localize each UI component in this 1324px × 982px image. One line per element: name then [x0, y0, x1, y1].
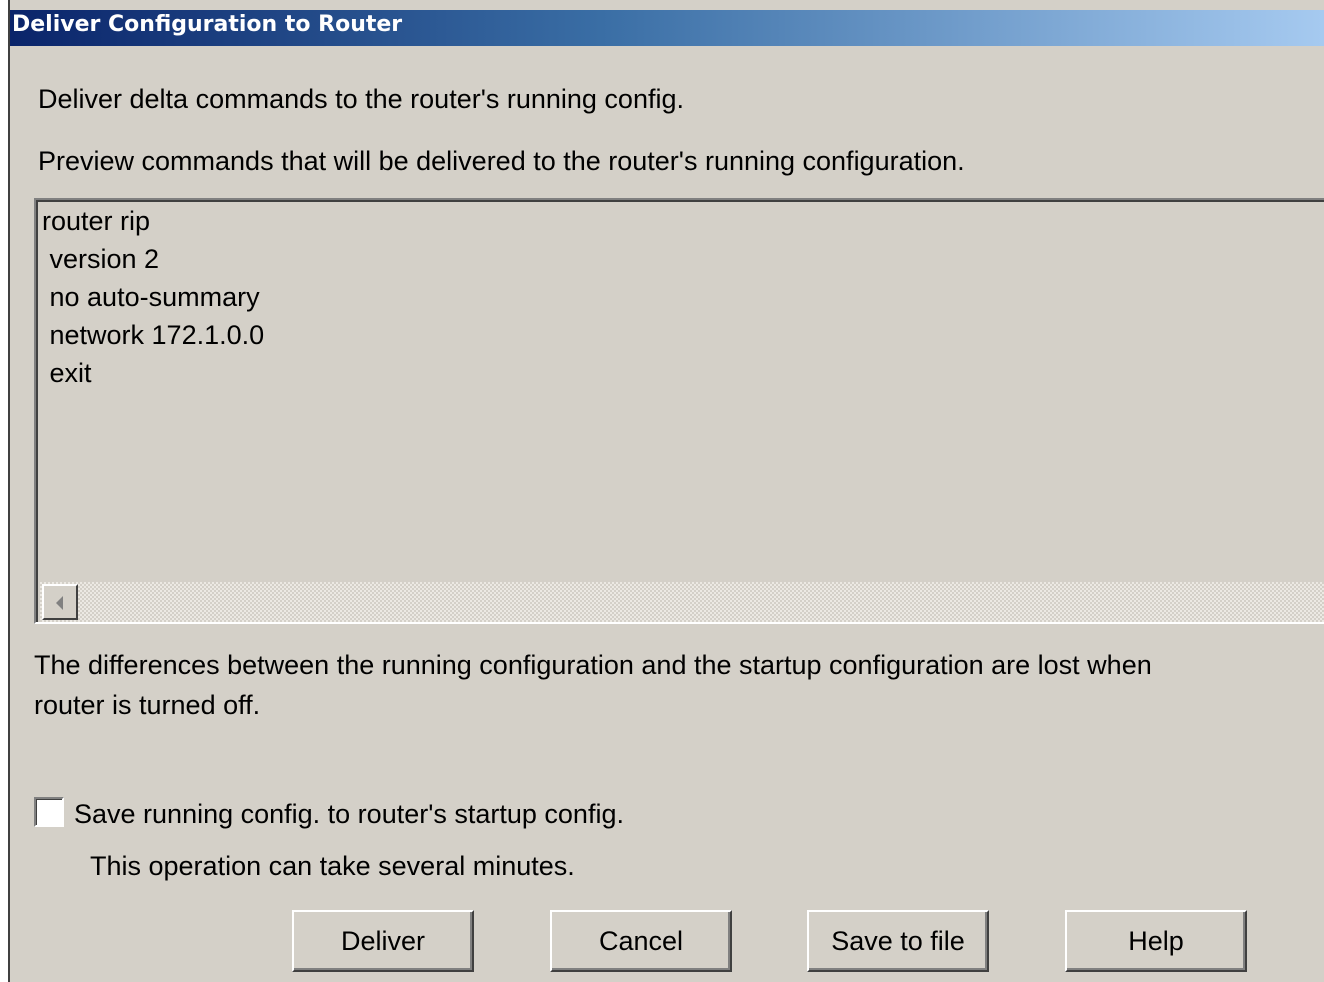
- scroll-left-button[interactable]: [42, 584, 78, 620]
- command-line: exit: [42, 358, 92, 388]
- command-line: version 2: [42, 244, 160, 274]
- cancel-button[interactable]: Cancel: [550, 910, 732, 972]
- command-line: network 172.1.0.0: [42, 320, 265, 350]
- title-bar[interactable]: Deliver Configuration to Router: [10, 10, 1324, 46]
- help-button[interactable]: Help: [1065, 910, 1247, 972]
- command-line: no auto-summary: [42, 282, 260, 312]
- command-line: router rip: [42, 206, 151, 236]
- save-startup-config-label[interactable]: Save running config. to router's startup…: [74, 799, 624, 830]
- preview-description: Preview commands that will be delivered …: [38, 146, 965, 176]
- save-startup-config-checkbox[interactable]: [34, 797, 64, 827]
- deliver-config-dialog: Deliver Configuration to Router Deliver …: [0, 0, 1324, 982]
- intro-text: Deliver delta commands to the router's r…: [38, 84, 684, 114]
- notice-text-line1: The differences between the running conf…: [34, 650, 1152, 680]
- dialog-title: Deliver Configuration to Router: [12, 12, 403, 37]
- horizontal-scrollbar[interactable]: [40, 582, 1324, 622]
- save-startup-config-hint: This operation can take several minutes.: [90, 851, 575, 881]
- notice-text-line2: router is turned off.: [34, 690, 261, 720]
- left-arrow-icon: [56, 596, 63, 610]
- command-preview-content: router rip version 2 no auto-summary net…: [36, 200, 1324, 622]
- command-preview-area[interactable]: router rip version 2 no auto-summary net…: [34, 198, 1324, 624]
- deliver-button[interactable]: Deliver: [292, 910, 474, 972]
- save-to-file-button[interactable]: Save to file: [807, 910, 989, 972]
